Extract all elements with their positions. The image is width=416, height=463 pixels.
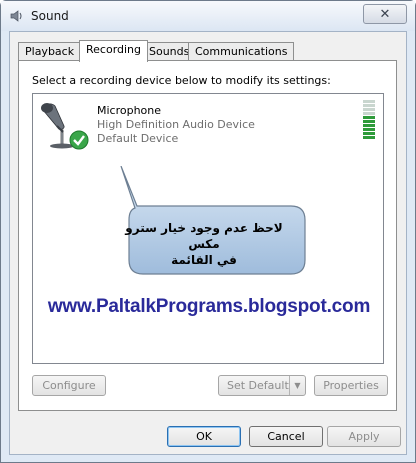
close-button[interactable]: ✕ [363,4,407,24]
tab-recording[interactable]: Recording [79,40,149,62]
level-bar [363,120,375,123]
properties-button[interactable]: Properties [314,375,388,396]
watermark-url: www.PaltalkPrograms.blogspot.com [47,296,371,317]
tab-playback[interactable]: Playback [18,42,82,61]
level-bar [363,112,375,115]
close-icon: ✕ [379,6,391,22]
tab-communications[interactable]: Communications [188,42,295,61]
level-bar [363,116,375,119]
level-bar [363,136,375,139]
dialog-client-area: Playback Recording Sounds Communications… [9,31,407,455]
level-bar [363,104,375,107]
level-meter [363,100,375,140]
callout-line-2: في القائمة [171,253,237,267]
instruction-text: Select a recording device below to modif… [32,74,331,87]
cancel-button[interactable]: Cancel [249,426,323,447]
set-default-button[interactable]: Set Default ▼ [218,375,306,396]
recording-panel: Select a recording device below to modif… [18,60,397,411]
apply-button[interactable]: Apply [327,426,401,447]
chevron-down-icon[interactable]: ▼ [289,376,305,395]
callout-text: لاحظ عدم وجود خيار سترو مكس في القائمة [109,220,299,268]
callout-line-1: لاحظ عدم وجود خيار سترو مكس [125,221,283,251]
level-bar [363,128,375,131]
device-name: Microphone [97,104,162,117]
microphone-icon [41,103,89,150]
ok-button[interactable]: OK [167,426,241,447]
speaker-icon [10,10,22,22]
level-bar [363,132,375,135]
device-status: Default Device [97,132,179,145]
device-list[interactable]: Microphone High Definition Audio Device … [32,93,384,364]
set-default-label: Set Default [227,379,289,392]
level-bar [363,108,375,111]
green-check-icon [69,130,89,150]
level-bar [363,124,375,127]
device-item-microphone[interactable]: Microphone High Definition Audio Device … [33,94,383,154]
configure-button[interactable]: Configure [32,375,106,396]
sound-dialog: Sound ✕ Playback Recording Sounds Commun… [0,0,416,463]
window-title: Sound [31,9,69,23]
title-bar[interactable]: Sound ✕ [1,1,415,31]
level-bar [363,100,375,103]
device-description: High Definition Audio Device [97,118,255,131]
